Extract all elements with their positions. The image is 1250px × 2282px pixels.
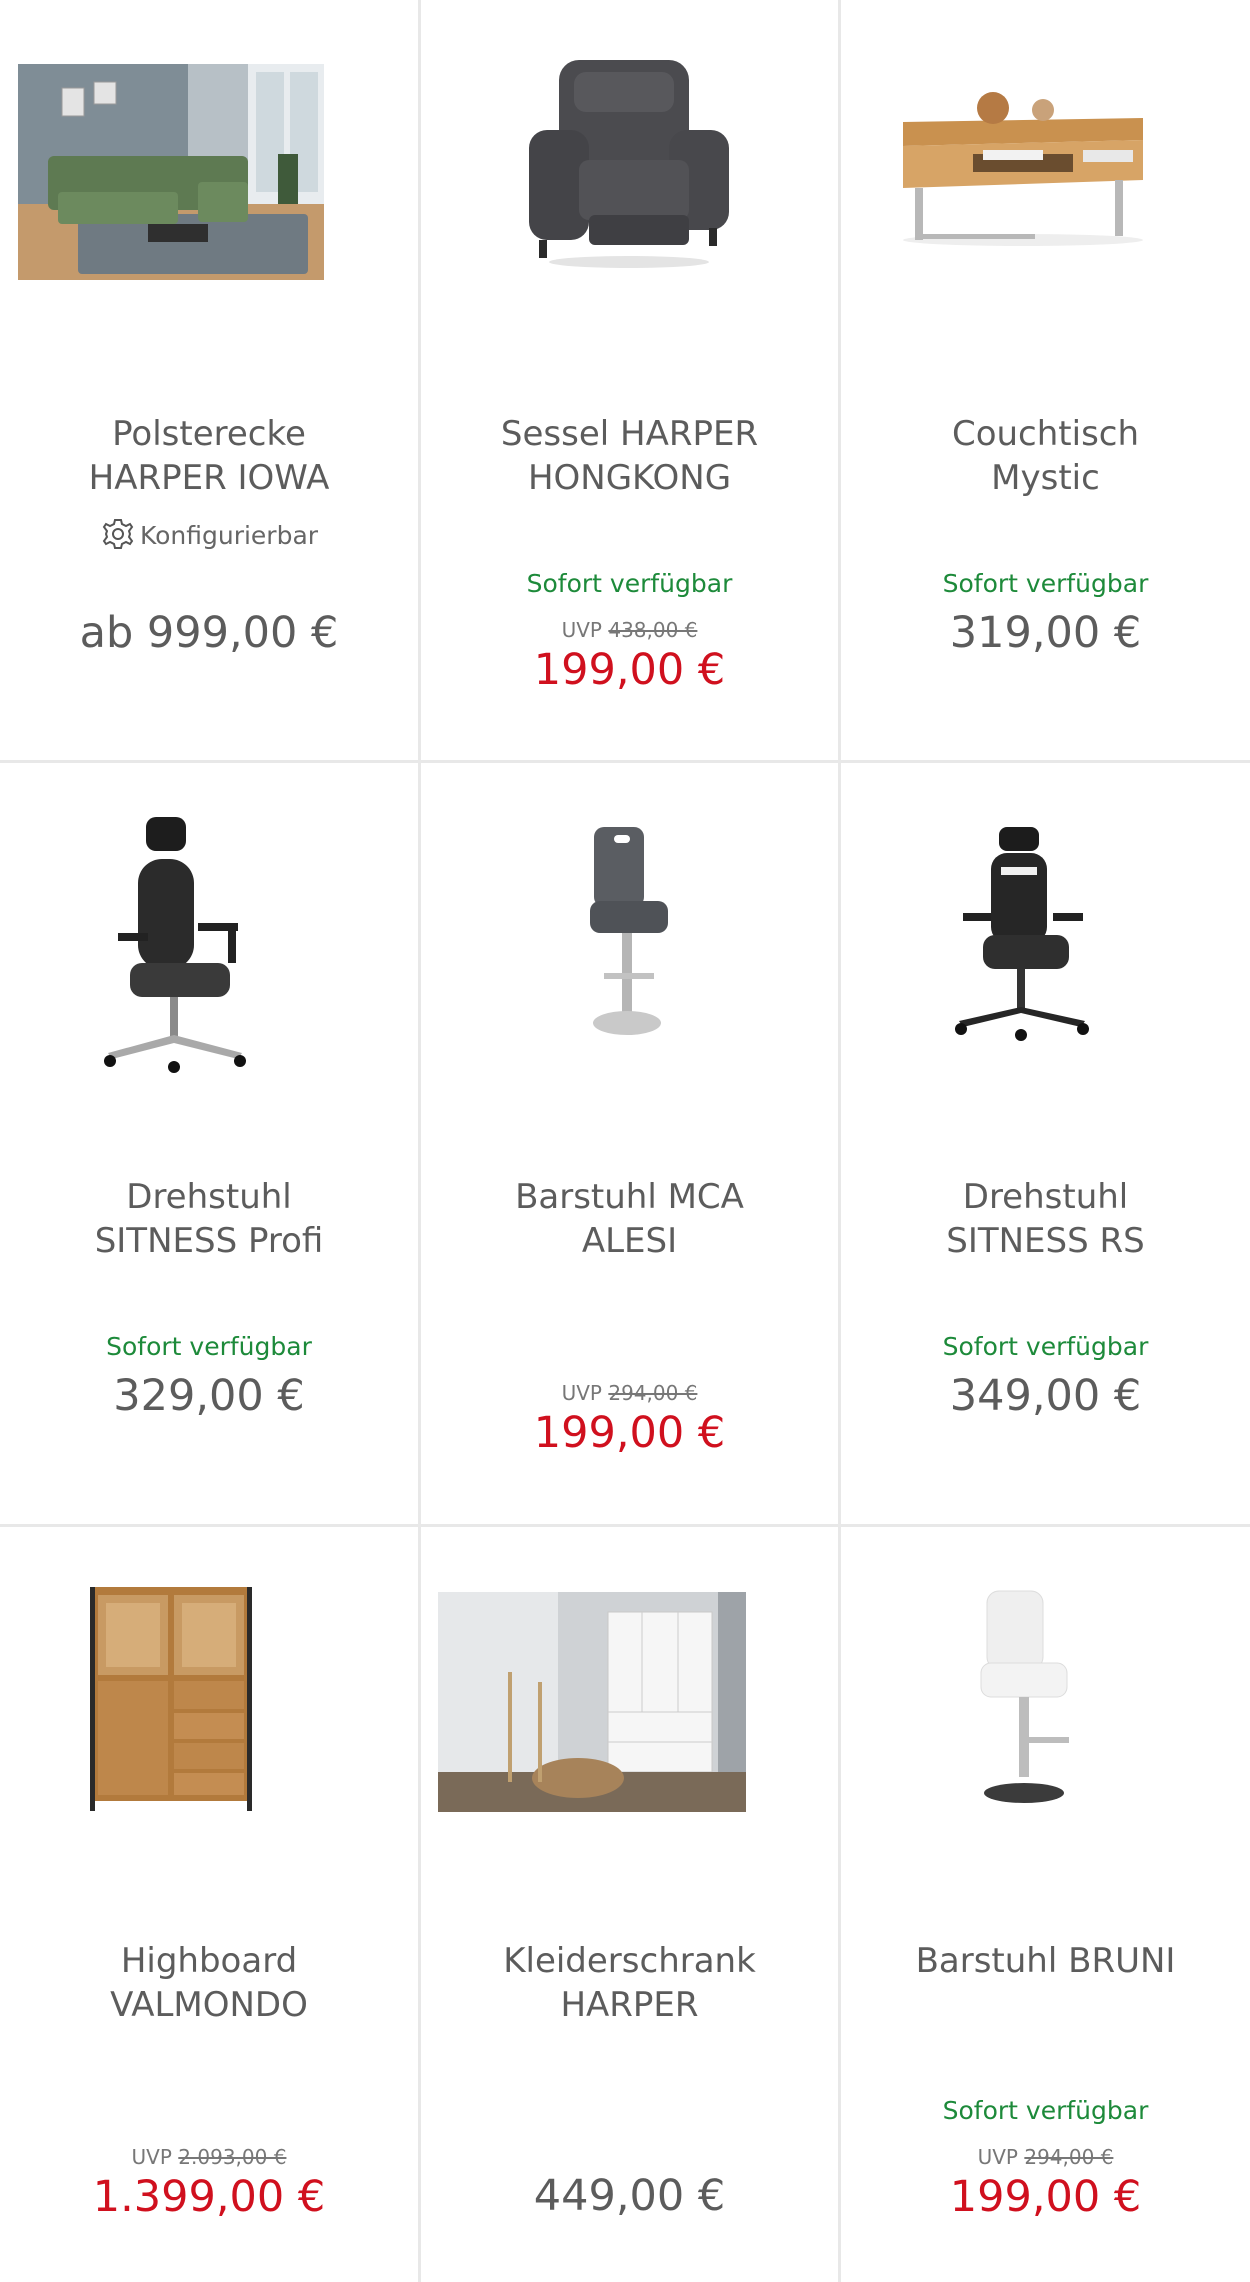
product-price: 319,00 € [949, 608, 1142, 658]
product-title-line2: HARPER IOWA [88, 458, 330, 498]
product-price: 199,00 € [533, 645, 726, 695]
product-title[interactable]: Barstuhl MCA ALESI [431, 1175, 828, 1263]
product-title[interactable]: Highboard VALMONDO [10, 1939, 408, 2027]
product-image[interactable] [0, 763, 418, 1108]
product-image[interactable] [841, 763, 1250, 1108]
product-title-line2: SITNESS Profi [94, 1221, 324, 1261]
product-title[interactable]: Polsterecke HARPER IOWA [10, 412, 408, 500]
uvp-label: UVP [561, 618, 602, 642]
product-title-line2: VALMONDO [110, 1985, 308, 2025]
uvp-value: 294,00 € [1024, 2145, 1114, 2169]
product-image[interactable] [421, 1527, 838, 1872]
product-card[interactable]: Drehstuhl SITNESS Profi Sofort verfügbar… [0, 763, 418, 1524]
product-price: 349,00 € [949, 1371, 1142, 1421]
product-image[interactable] [421, 0, 838, 345]
wardrobe-image [438, 1592, 746, 1812]
uvp-price: UVP 294,00 € [841, 2145, 1250, 2169]
product-title-line2: SITNESS RS [946, 1221, 1145, 1261]
uvp-price: UVP 438,00 € [421, 618, 838, 642]
product-card[interactable]: Kleiderschrank HARPER 449,00 € [421, 1527, 838, 2282]
uvp-value: 438,00 € [608, 618, 698, 642]
product-card[interactable]: Drehstuhl SITNESS RS Sofort verfügbar 34… [841, 763, 1250, 1524]
product-title[interactable]: Couchtisch Mystic [851, 412, 1240, 500]
uvp-value: 294,00 € [608, 1381, 698, 1405]
product-title-line1: Drehstuhl [962, 1177, 1129, 1217]
product-title[interactable]: Drehstuhl SITNESS RS [851, 1175, 1240, 1263]
uvp-price: UVP 294,00 € [421, 1381, 838, 1405]
uvp-label: UVP [561, 1381, 602, 1405]
product-title-line2: HONGKONG [527, 458, 732, 498]
product-image[interactable] [841, 1527, 1250, 1872]
product-image[interactable] [421, 763, 838, 1108]
product-price: ab 999,00 € [79, 608, 339, 658]
configurable-badge: Konfigurierbar [0, 516, 418, 558]
white-bar-stool-image [980, 1590, 1069, 1803]
product-title-line1: Barstuhl BRUNI [915, 1941, 1176, 1981]
product-price: 199,00 € [949, 2172, 1142, 2222]
availability-status: Sofort verfügbar [526, 569, 733, 598]
product-title-line1: Couchtisch [951, 414, 1140, 454]
availability-status: Sofort verfügbar [942, 2096, 1149, 2125]
armchair-image [529, 60, 729, 268]
product-card[interactable]: Couchtisch Mystic Sofort verfügbar 319,0… [841, 0, 1250, 760]
product-title[interactable]: Barstuhl BRUNI [851, 1939, 1240, 1983]
product-card[interactable]: Sessel HARPER HONGKONG Sofort verfügbar … [421, 0, 838, 760]
product-card[interactable]: Barstuhl BRUNI Sofort verfügbar UVP 294,… [841, 1527, 1250, 2282]
product-title-line1: Barstuhl MCA [515, 1177, 744, 1217]
bar-stool-image [590, 827, 668, 1035]
sofa-image [18, 64, 324, 280]
product-card[interactable]: Barstuhl MCA ALESI UVP 294,00 € 199,00 € [421, 763, 838, 1524]
product-card[interactable]: Polsterecke HARPER IOWA Konfigurierbar a… [0, 0, 418, 760]
product-title-line1: Highboard [120, 1941, 298, 1981]
product-image[interactable] [841, 0, 1250, 345]
product-title-line1: Polsterecke [112, 414, 306, 454]
product-title-line2: Mystic [991, 458, 1100, 498]
product-title-line2: HARPER [560, 1985, 699, 2025]
availability-status: Sofort verfügbar [106, 1332, 312, 1361]
product-price: 329,00 € [113, 1371, 305, 1421]
uvp-value: 2.093,00 € [178, 2145, 287, 2169]
product-title-line2: ALESI [581, 1221, 678, 1261]
gaming-chair-image [955, 827, 1089, 1041]
uvp-price: UVP 2.093,00 € [0, 2145, 418, 2169]
availability-status: Sofort verfügbar [942, 1332, 1149, 1361]
gear-icon [100, 516, 136, 558]
product-title[interactable]: Kleiderschrank HARPER [431, 1939, 828, 2027]
product-price: 199,00 € [533, 1408, 726, 1458]
product-title-line1: Drehstuhl [126, 1177, 292, 1217]
coffee-table-image [903, 92, 1143, 246]
product-title[interactable]: Drehstuhl SITNESS Profi [10, 1175, 408, 1263]
product-title-line1: Sessel HARPER [500, 414, 759, 454]
product-image[interactable] [0, 1527, 418, 1872]
configurable-label: Konfigurierbar [139, 521, 319, 550]
availability-status: Sofort verfügbar [942, 569, 1149, 598]
product-title[interactable]: Sessel HARPER HONGKONG [431, 412, 828, 500]
uvp-label: UVP [131, 2145, 172, 2169]
office-chair-image [104, 817, 246, 1073]
product-card[interactable]: Highboard VALMONDO UVP 2.093,00 € 1.399,… [0, 1527, 418, 2282]
product-title-line1: Kleiderschrank [503, 1941, 756, 1981]
highboard-image [90, 1587, 252, 1811]
product-image[interactable] [0, 0, 418, 345]
uvp-label: UVP [977, 2145, 1018, 2169]
product-grid: Polsterecke HARPER IOWA Konfigurierbar a… [0, 0, 1250, 2282]
product-price: 1.399,00 € [92, 2172, 326, 2222]
product-price: 449,00 € [533, 2171, 726, 2221]
